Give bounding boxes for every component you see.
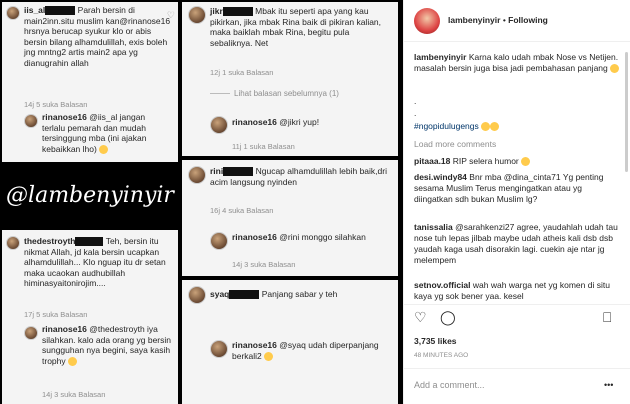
username-link[interactable]: lambenyinyir bbox=[448, 15, 500, 25]
reply-meta: 14j 3 suka Balasan bbox=[232, 260, 296, 269]
emoji-icon bbox=[610, 64, 620, 74]
reply-text: rinanose16 @iis_al jangan terlalu pemara… bbox=[42, 112, 147, 154]
heart-icon[interactable]: ♡ bbox=[414, 309, 427, 326]
post-header-text: lambenyinyir • Following bbox=[448, 15, 548, 26]
comment-card-1: iis_al Parah bersin di main2inn.situ mus… bbox=[2, 2, 178, 162]
view-previous-replies[interactable]: Lihat balasan sebelumnya (1) bbox=[210, 89, 339, 98]
emoji-icon bbox=[481, 122, 491, 132]
avatar[interactable] bbox=[414, 8, 440, 34]
reply-meta: 14j 3 suka Balasan bbox=[42, 390, 106, 399]
comment-card-3: rini Ngucap alhamdulillah lebih baik,dri… bbox=[182, 160, 398, 276]
comment: desi.windy84 Bnr mba @dina_cinta71 Yg pe… bbox=[414, 172, 604, 204]
comment-card-4: thedestroyth Teh, bersin itu nikmat Alla… bbox=[2, 230, 178, 404]
avatar bbox=[6, 236, 20, 250]
comment-card-2: jikr Mbak itu seperti apa yang kau pikir… bbox=[182, 2, 398, 156]
avatar bbox=[188, 166, 206, 184]
watermark-logo: @lambenyinyir bbox=[6, 163, 174, 227]
comment-meta: 17j 5 suka Balasan bbox=[24, 310, 88, 319]
reply-text: rinanose16 @jikri yup! bbox=[232, 117, 320, 127]
avatar bbox=[210, 116, 228, 134]
comment-text: rini Ngucap alhamdulillah lebih baik,dri… bbox=[210, 166, 387, 187]
load-more-comments[interactable]: Load more comments bbox=[414, 139, 496, 150]
comment-meta: 12j 1 suka Balasan bbox=[210, 68, 274, 77]
screenshot-collage: iis_al Parah bersin di main2inn.situ mus… bbox=[0, 0, 400, 404]
follow-button[interactable]: Following bbox=[508, 15, 548, 25]
comment-meta: 14j 5 suka Balasan bbox=[24, 100, 88, 109]
comment-icon[interactable]: ◯ bbox=[440, 309, 456, 326]
avatar bbox=[24, 114, 38, 128]
emoji-icon bbox=[68, 356, 77, 366]
avatar bbox=[210, 340, 228, 358]
avatar bbox=[210, 232, 228, 250]
post-time: 48 MINUTES AGO bbox=[414, 352, 469, 359]
caption-dot: . bbox=[414, 96, 417, 106]
emoji-icon bbox=[521, 157, 531, 167]
heart-icon[interactable]: ♡ bbox=[167, 10, 175, 21]
comment-text: iis_al Parah bersin di main2inn.situ mus… bbox=[24, 5, 171, 68]
comment: pitaaa.18 RIP selera humor bbox=[414, 156, 622, 167]
comment-text: jikr Mbak itu seperti apa yang kau pikir… bbox=[210, 6, 382, 48]
instagram-post-panel: lambenyinyir • Following lambenyinyir Ka… bbox=[403, 0, 630, 404]
reply-meta: 11j 1 suka Balasan bbox=[232, 142, 295, 151]
likes-count[interactable]: 3,735 likes bbox=[414, 336, 457, 347]
comment-text: thedestroyth Teh, bersin itu nikmat Alla… bbox=[24, 236, 166, 288]
more-options-icon[interactable]: ••• bbox=[604, 380, 613, 391]
add-comment-input[interactable]: Add a comment... bbox=[414, 380, 485, 391]
caption: lambenyinyir Karna kalo udah mbak Nose v… bbox=[414, 52, 620, 74]
separator-dot: • bbox=[502, 15, 506, 25]
caption-dot: . bbox=[414, 108, 417, 118]
avatar bbox=[6, 6, 20, 20]
emoji-icon bbox=[490, 122, 500, 132]
avatar bbox=[188, 6, 206, 24]
comment: tanissalia @sarahkenzi27 agree, yaudahla… bbox=[414, 222, 618, 265]
hashtag-link[interactable]: #ngopidulugengs bbox=[414, 121, 500, 132]
bookmark-icon[interactable]: ⎕ bbox=[603, 309, 611, 326]
avatar bbox=[188, 286, 206, 304]
scrollbar[interactable] bbox=[625, 52, 628, 172]
reply-text: rinanose16 @rini monggo silahkan bbox=[232, 232, 366, 242]
emoji-icon bbox=[264, 351, 274, 361]
comment: setnov.official wah wah warga net yg kom… bbox=[414, 280, 610, 301]
comment-text: syaq Panjang sabar y teh bbox=[210, 289, 338, 300]
reply-text: rinanose16 @syaq udah diperpanjang berka… bbox=[232, 340, 379, 361]
reply-text: rinanose16 @thedestroyth iya silahkan. k… bbox=[42, 324, 171, 366]
emoji-icon bbox=[99, 144, 109, 154]
comment-card-5: syaq Panjang sabar y teh rinanose16 @sya… bbox=[182, 280, 398, 404]
post-header: lambenyinyir • Following bbox=[404, 0, 630, 42]
comment-meta: 16j 4 suka Balasan bbox=[210, 206, 274, 215]
avatar bbox=[24, 326, 38, 340]
